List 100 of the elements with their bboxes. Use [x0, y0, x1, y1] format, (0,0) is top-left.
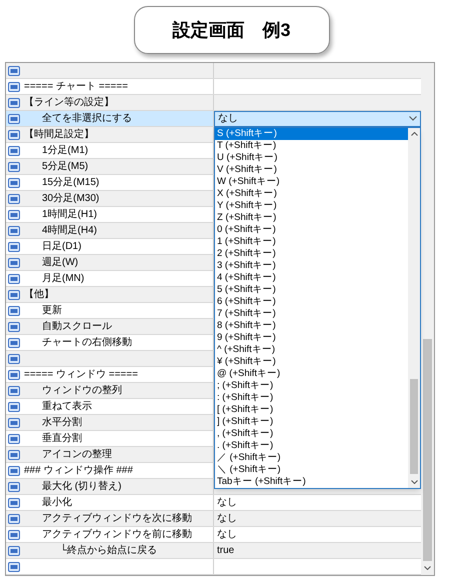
property-label: 【時間足設定】 — [24, 128, 94, 142]
property-value-cell[interactable]: なし — [214, 511, 421, 526]
property-label: 更新 — [41, 304, 62, 318]
property-name-cell[interactable]: 重ねて表示 — [6, 399, 214, 414]
number-field-icon — [8, 178, 20, 188]
number-field-icon — [8, 370, 20, 380]
property-name-cell[interactable]: 【ライン等の設定】 — [6, 95, 214, 110]
property-label: 5分足(M5) — [41, 160, 88, 174]
dropdown-option[interactable]: 2 (+Shiftキー) — [215, 248, 408, 260]
property-name-cell[interactable]: 5分足(M5) — [6, 159, 214, 174]
property-name-cell[interactable]: ### ウィンドウ操作 ### — [6, 463, 214, 478]
dropdown-option[interactable]: U (+Shiftキー) — [215, 152, 408, 164]
dropdown-option[interactable]: : (+Shiftキー) — [215, 392, 408, 404]
property-name-cell[interactable]: 【他】 — [6, 287, 214, 302]
dropdown-option[interactable]: 5 (+Shiftキー) — [215, 284, 408, 296]
number-field-icon — [8, 482, 20, 492]
property-name-cell[interactable]: ウィンドウの整列 — [6, 383, 214, 398]
number-field-icon — [8, 82, 20, 92]
property-name-cell[interactable]: 全てを非選択にする — [6, 111, 214, 126]
dropdown-option[interactable]: Z (+Shiftキー) — [215, 212, 408, 224]
property-name-cell[interactable] — [6, 351, 214, 366]
property-name-cell[interactable]: └終点から始点に戻る — [6, 543, 214, 558]
dropdown-option[interactable]: ] (+Shiftキー) — [215, 416, 408, 428]
property-label: ### ウィンドウ操作 ### — [24, 464, 133, 478]
property-name-cell[interactable]: アイコンの整理 — [6, 447, 214, 462]
property-name-cell[interactable]: アクティブウィンドウを前に移動 — [6, 527, 214, 542]
property-label: 最大化 (切り替え) — [41, 480, 122, 494]
number-field-icon — [8, 98, 20, 108]
scroll-down-icon[interactable] — [424, 566, 431, 570]
property-label: 月足(MN) — [41, 272, 84, 286]
number-field-icon — [8, 466, 20, 476]
property-name-cell[interactable]: 30分足(M30) — [6, 191, 214, 206]
number-field-icon — [8, 498, 20, 508]
number-field-icon — [8, 530, 20, 540]
scrollbar[interactable] — [408, 128, 420, 488]
dropdown-option[interactable]: [ (+Shiftキー) — [215, 404, 408, 416]
number-field-icon — [8, 290, 20, 300]
property-name-cell[interactable]: 4時間足(H4) — [6, 223, 214, 238]
property-name-cell[interactable] — [6, 559, 214, 574]
property-label: 日足(D1) — [41, 240, 82, 254]
property-label: 15分足(M15) — [41, 176, 100, 190]
property-name-cell[interactable] — [6, 63, 214, 78]
dropdown-option[interactable]: 7 (+Shiftキー) — [215, 308, 408, 320]
property-label: 【ライン等の設定】 — [24, 96, 114, 110]
dropdown-option[interactable]: 0 (+Shiftキー) — [215, 224, 408, 236]
property-name-cell[interactable]: ===== チャート ===== — [6, 79, 214, 94]
number-field-icon — [8, 306, 20, 316]
property-name-cell[interactable]: 垂直分割 — [6, 431, 214, 446]
scrollbar[interactable] — [421, 63, 434, 575]
dropdown-option[interactable]: ／ (+Shiftキー) — [215, 452, 408, 464]
number-field-icon — [8, 338, 20, 348]
dropdown-option[interactable]: X (+Shiftキー) — [215, 188, 408, 200]
dropdown-option[interactable]: V (+Shiftキー) — [215, 164, 408, 176]
dropdown-option[interactable]: Y (+Shiftキー) — [215, 200, 408, 212]
number-field-icon — [8, 146, 20, 156]
dropdown-option[interactable]: 3 (+Shiftキー) — [215, 260, 408, 272]
chevron-down-icon — [409, 116, 417, 121]
dropdown-option[interactable]: , (+Shiftキー) — [215, 428, 408, 440]
property-value-cell[interactable]: true — [214, 543, 421, 558]
dropdown-option[interactable]: . (+Shiftキー) — [215, 440, 408, 452]
dropdown-option[interactable]: 4 (+Shiftキー) — [215, 272, 408, 284]
property-name-cell[interactable]: ===== ウィンドウ ===== — [6, 367, 214, 382]
property-name-cell[interactable]: 日足(D1) — [6, 239, 214, 254]
property-label: 4時間足(H4) — [41, 224, 98, 238]
property-name-cell[interactable]: チャートの右側移動 — [6, 335, 214, 350]
property-name-cell[interactable]: 最大化 (切り替え) — [6, 479, 214, 494]
value-dropdown[interactable]: なし — [214, 110, 421, 126]
dropdown-option[interactable]: T (+Shiftキー) — [215, 140, 408, 152]
property-name-cell[interactable]: 1時間足(H1) — [6, 207, 214, 222]
scroll-up-icon[interactable] — [410, 132, 418, 136]
property-name-cell[interactable]: 更新 — [6, 303, 214, 318]
number-field-icon — [8, 162, 20, 172]
property-name-cell[interactable]: 週足(W) — [6, 255, 214, 270]
dropdown-option[interactable]: ^ (+Shiftキー) — [215, 344, 408, 356]
property-name-cell[interactable]: アクティブウィンドウを次に移動 — [6, 511, 214, 526]
scrollbar-thumb[interactable] — [410, 379, 418, 474]
dropdown-option[interactable]: 9 (+Shiftキー) — [215, 332, 408, 344]
property-label: チャートの右側移動 — [41, 336, 132, 350]
property-name-cell[interactable]: 15分足(M15) — [6, 175, 214, 190]
dropdown-option[interactable]: 6 (+Shiftキー) — [215, 296, 408, 308]
dropdown-option[interactable]: S (+Shiftキー) — [215, 128, 408, 140]
dropdown-option[interactable]: ＼ (+Shiftキー) — [215, 464, 408, 476]
dropdown-option[interactable]: ¥ (+Shiftキー) — [215, 356, 408, 368]
scroll-down-icon[interactable] — [410, 480, 418, 484]
property-name-cell[interactable]: 月足(MN) — [6, 271, 214, 286]
dropdown-option[interactable]: ; (+Shiftキー) — [215, 380, 408, 392]
dropdown-option[interactable]: W (+Shiftキー) — [215, 176, 408, 188]
property-name-cell[interactable]: 最小化 — [6, 495, 214, 510]
property-name-cell[interactable]: 1分足(M1) — [6, 143, 214, 158]
property-name-cell[interactable]: 自動スクロール — [6, 319, 214, 334]
dropdown-option[interactable]: 1 (+Shiftキー) — [215, 236, 408, 248]
dropdown-option[interactable]: Tabキー (+Shiftキー) — [215, 476, 408, 488]
scrollbar-thumb[interactable] — [423, 339, 432, 561]
property-name-cell[interactable]: 水平分割 — [6, 415, 214, 430]
property-name-cell[interactable]: 【時間足設定】 — [6, 127, 214, 142]
property-label: 垂直分割 — [41, 432, 82, 446]
page-title: 設定画面 例3 — [172, 18, 290, 42]
dropdown-option[interactable]: 8 (+Shiftキー) — [215, 320, 408, 332]
dropdown-option[interactable]: @ (+Shiftキー) — [215, 368, 408, 380]
number-field-icon — [8, 194, 20, 204]
